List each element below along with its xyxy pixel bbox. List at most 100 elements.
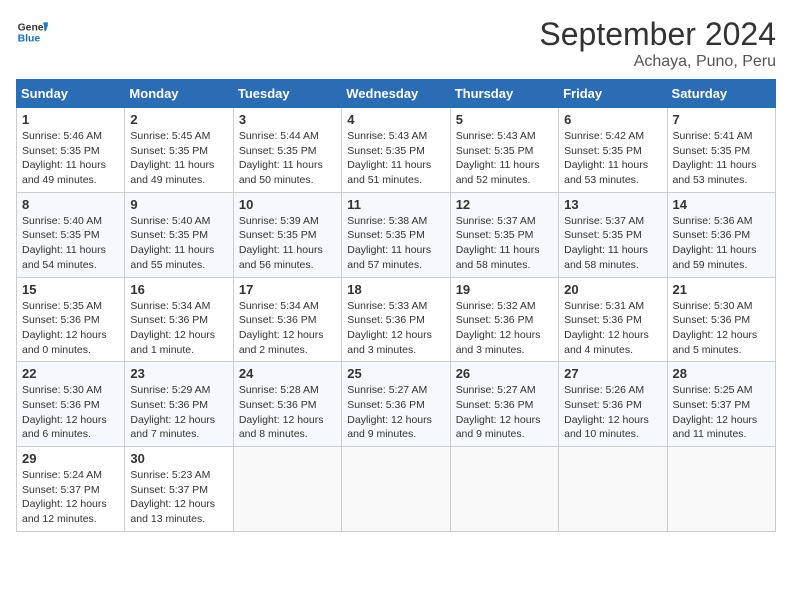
calendar-cell: 16 Sunrise: 5:34 AMSunset: 5:36 PMDayligh… [125, 277, 233, 362]
day-info: Sunrise: 5:37 AMSunset: 5:35 PMDaylight:… [564, 214, 661, 273]
day-info: Sunrise: 5:41 AMSunset: 5:35 PMDaylight:… [673, 129, 770, 188]
day-number: 4 [347, 112, 444, 127]
day-number: 9 [130, 197, 227, 212]
calendar-cell: 18Sunrise: 5:33 AMSunset: 5:36 PMDayligh… [342, 277, 450, 362]
day-info: Sunrise: 5:33 AMSunset: 5:36 PMDaylight:… [347, 299, 444, 358]
calendar-cell [450, 447, 558, 532]
calendar-cell [559, 447, 667, 532]
day-info: Sunrise: 5:46 AMSunset: 5:35 PMDaylight:… [22, 129, 119, 188]
day-number: 5 [456, 112, 553, 127]
day-number: 15 [22, 282, 119, 297]
calendar-cell: 8Sunrise: 5:40 AMSunset: 5:35 PMDaylight… [17, 192, 125, 277]
day-number: 11 [347, 197, 444, 212]
day-info: Sunrise: 5:28 AMSunset: 5:36 PMDaylight:… [239, 383, 336, 442]
day-info: Sunrise: 5:35 AMSunset: 5:36 PMDaylight:… [22, 299, 119, 358]
day-number: 16 [130, 282, 227, 297]
day-info: Sunrise: 5:30 AMSunset: 5:36 PMDaylight:… [673, 299, 770, 358]
day-info: Sunrise: 5:39 AMSunset: 5:35 PMDaylight:… [239, 214, 336, 273]
day-info: Sunrise: 5:45 AMSunset: 5:35 PMDaylight:… [130, 129, 227, 188]
svg-text:General: General [18, 22, 48, 33]
day-info: Sunrise: 5:27 AMSunset: 5:36 PMDaylight:… [347, 383, 444, 442]
calendar-week-row: 22Sunrise: 5:30 AMSunset: 5:36 PMDayligh… [17, 362, 776, 447]
col-header-monday: Monday [125, 80, 233, 108]
calendar-cell: 12Sunrise: 5:37 AMSunset: 5:35 PMDayligh… [450, 192, 558, 277]
calendar-week-row: 15 Sunrise: 5:35 AMSunset: 5:36 PMDayligh… [17, 277, 776, 362]
calendar-cell: 6Sunrise: 5:42 AMSunset: 5:35 PMDaylight… [559, 108, 667, 193]
day-number: 24 [239, 366, 336, 381]
day-number: 14 [673, 197, 770, 212]
calendar-cell: 21 Sunrise: 5:30 AMSunset: 5:36 PMDayligh… [667, 277, 775, 362]
calendar-cell: 2Sunrise: 5:45 AMSunset: 5:35 PMDaylight… [125, 108, 233, 193]
day-info: Sunrise: 5:34 AMSunset: 5:36 PMDaylight:… [239, 299, 336, 358]
logo-icon: General Blue [16, 16, 48, 48]
calendar-header-row: SundayMondayTuesdayWednesdayThursdayFrid… [17, 80, 776, 108]
calendar-cell [667, 447, 775, 532]
day-number: 25 [347, 366, 444, 381]
calendar-table: SundayMondayTuesdayWednesdayThursdayFrid… [16, 79, 776, 532]
calendar-cell: 17 Sunrise: 5:34 AMSunset: 5:36 PMDayligh… [233, 277, 341, 362]
col-header-tuesday: Tuesday [233, 80, 341, 108]
day-number: 23 [130, 366, 227, 381]
month-title: September 2024 [539, 16, 776, 53]
calendar-cell: 13 Sunrise: 5:37 AMSunset: 5:35 PMDayligh… [559, 192, 667, 277]
day-number: 28 [673, 366, 770, 381]
calendar-cell: 3Sunrise: 5:44 AMSunset: 5:35 PMDaylight… [233, 108, 341, 193]
day-info: Sunrise: 5:26 AMSunset: 5:36 PMDaylight:… [564, 383, 661, 442]
col-header-wednesday: Wednesday [342, 80, 450, 108]
calendar-cell: 9 Sunrise: 5:40 AMSunset: 5:35 PMDaylight… [125, 192, 233, 277]
day-info: Sunrise: 5:29 AMSunset: 5:36 PMDaylight:… [130, 383, 227, 442]
calendar-week-row: 8Sunrise: 5:40 AMSunset: 5:35 PMDaylight… [17, 192, 776, 277]
calendar-cell: 28 Sunrise: 5:25 AMSunset: 5:37 PMDayligh… [667, 362, 775, 447]
calendar-cell: 5 Sunrise: 5:43 AMSunset: 5:35 PMDaylight… [450, 108, 558, 193]
col-header-thursday: Thursday [450, 80, 558, 108]
calendar-week-row: 29 Sunrise: 5:24 AMSunset: 5:37 PMDayligh… [17, 447, 776, 532]
day-info: Sunrise: 5:37 AMSunset: 5:35 PMDaylight:… [456, 214, 553, 273]
day-info: Sunrise: 5:24 AMSunset: 5:37 PMDaylight:… [22, 468, 119, 527]
calendar-cell: 10 Sunrise: 5:39 AMSunset: 5:35 PMDayligh… [233, 192, 341, 277]
calendar-cell: 27 Sunrise: 5:26 AMSunset: 5:36 PMDayligh… [559, 362, 667, 447]
calendar-cell: 20 Sunrise: 5:31 AMSunset: 5:36 PMDayligh… [559, 277, 667, 362]
day-info: Sunrise: 5:34 AMSunset: 5:36 PMDaylight:… [130, 299, 227, 358]
calendar-cell [342, 447, 450, 532]
svg-text:Blue: Blue [18, 34, 41, 45]
day-info: Sunrise: 5:43 AMSunset: 5:35 PMDaylight:… [347, 129, 444, 188]
col-header-saturday: Saturday [667, 80, 775, 108]
day-number: 20 [564, 282, 661, 297]
location-title: Achaya, Puno, Peru [539, 53, 776, 71]
day-number: 19 [456, 282, 553, 297]
day-info: Sunrise: 5:25 AMSunset: 5:37 PMDaylight:… [673, 383, 770, 442]
day-info: Sunrise: 5:40 AMSunset: 5:35 PMDaylight:… [130, 214, 227, 273]
day-number: 21 [673, 282, 770, 297]
day-info: Sunrise: 5:44 AMSunset: 5:35 PMDaylight:… [239, 129, 336, 188]
day-info: Sunrise: 5:43 AMSunset: 5:35 PMDaylight:… [456, 129, 553, 188]
calendar-cell: 11 Sunrise: 5:38 AMSunset: 5:35 PMDayligh… [342, 192, 450, 277]
day-info: Sunrise: 5:32 AMSunset: 5:36 PMDaylight:… [456, 299, 553, 358]
day-number: 26 [456, 366, 553, 381]
title-block: September 2024 Achaya, Puno, Peru [539, 16, 776, 71]
page-header: General Blue September 2024 Achaya, Puno… [16, 16, 776, 71]
calendar-cell: 7Sunrise: 5:41 AMSunset: 5:35 PMDaylight… [667, 108, 775, 193]
calendar-cell: 4 Sunrise: 5:43 AMSunset: 5:35 PMDaylight… [342, 108, 450, 193]
day-number: 13 [564, 197, 661, 212]
day-number: 27 [564, 366, 661, 381]
day-info: Sunrise: 5:38 AMSunset: 5:35 PMDaylight:… [347, 214, 444, 273]
day-info: Sunrise: 5:31 AMSunset: 5:36 PMDaylight:… [564, 299, 661, 358]
day-info: Sunrise: 5:23 AMSunset: 5:37 PMDaylight:… [130, 468, 227, 527]
calendar-cell: 19 Sunrise: 5:32 AMSunset: 5:36 PMDayligh… [450, 277, 558, 362]
day-number: 17 [239, 282, 336, 297]
day-info: Sunrise: 5:27 AMSunset: 5:36 PMDaylight:… [456, 383, 553, 442]
calendar-cell [233, 447, 341, 532]
calendar-cell: 24 Sunrise: 5:28 AMSunset: 5:36 PMDayligh… [233, 362, 341, 447]
calendar-cell: 30 Sunrise: 5:23 AMSunset: 5:37 PMDayligh… [125, 447, 233, 532]
day-number: 10 [239, 197, 336, 212]
day-info: Sunrise: 5:30 AMSunset: 5:36 PMDaylight:… [22, 383, 119, 442]
calendar-cell: 14 Sunrise: 5:36 AMSunset: 5:36 PMDayligh… [667, 192, 775, 277]
day-number: 29 [22, 451, 119, 466]
calendar-week-row: 1 Sunrise: 5:46 AMSunset: 5:35 PMDaylight… [17, 108, 776, 193]
day-number: 30 [130, 451, 227, 466]
day-info: Sunrise: 5:36 AMSunset: 5:36 PMDaylight:… [673, 214, 770, 273]
col-header-sunday: Sunday [17, 80, 125, 108]
day-number: 1 [22, 112, 119, 127]
calendar-cell: 29 Sunrise: 5:24 AMSunset: 5:37 PMDayligh… [17, 447, 125, 532]
calendar-cell: 25 Sunrise: 5:27 AMSunset: 5:36 PMDayligh… [342, 362, 450, 447]
